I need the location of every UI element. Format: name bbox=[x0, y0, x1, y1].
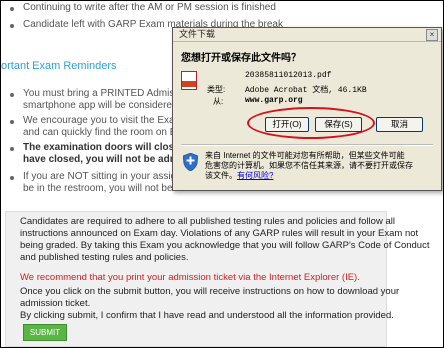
shield-warning-icon bbox=[183, 153, 198, 171]
cancel-button[interactable]: 取消 bbox=[376, 117, 423, 132]
page-frame: Continuing to write after the AM or PM s… bbox=[0, 0, 444, 348]
dialog-divider bbox=[181, 144, 433, 146]
dialog-titlebar: 文件下载 × bbox=[173, 28, 441, 42]
file-download-dialog: 文件下载 × 您想打开或保存此文件吗？ 20385811012013.pdf 类… bbox=[172, 27, 442, 191]
confirm-text: By clicking submit, I confirm that I hav… bbox=[20, 310, 394, 321]
warning-line: 该文件。有何风险? bbox=[205, 171, 413, 181]
security-warning: 来自 Internet 的文件可能对您有所帮助，但某些文件可能 危害您的计算机。… bbox=[205, 151, 413, 181]
risk-link[interactable]: 有何风险? bbox=[237, 171, 273, 180]
notice-line: instructions announced on Exam day. Viol… bbox=[20, 228, 419, 239]
warning-line: 危害您的计算机。如果您不信任其来源，请不要打开或保存 bbox=[205, 161, 413, 170]
warning-tail: 该文件。 bbox=[205, 171, 237, 180]
warning-line: 来自 Internet 的文件可能对您有所帮助，但某些文件可能 bbox=[205, 151, 405, 160]
reminder-3-line-2: have closed, you will not be admitte bbox=[23, 154, 194, 165]
type-label: 类型: bbox=[207, 85, 226, 94]
from-value: www.garp.org bbox=[245, 96, 303, 105]
reminder-1-line-1: You must bring a PRINTED Admission bbox=[23, 88, 193, 99]
notice-line: being graded. By taking this Exam you ac… bbox=[20, 240, 430, 251]
ie-recommendation: We recommend that you print your admissi… bbox=[20, 272, 360, 283]
bullet-dot bbox=[10, 24, 14, 28]
type-value: Adobe Acrobat 文档, 46.1KB bbox=[245, 86, 367, 95]
close-icon[interactable]: × bbox=[426, 29, 438, 41]
notice-line: and published testing rules and policies… bbox=[20, 252, 189, 263]
bullet-dot bbox=[10, 120, 14, 124]
bullet-dot bbox=[10, 147, 14, 151]
open-button[interactable]: 打开(O) bbox=[265, 117, 309, 132]
submit-button[interactable]: SUBMIT bbox=[23, 324, 67, 341]
pdf-file-icon bbox=[181, 71, 197, 90]
notice-line: admission ticket. bbox=[20, 298, 91, 309]
dialog-prompt: 您想打开或保存此文件吗？ bbox=[181, 53, 301, 64]
notice-line: Once you click on the submit button, you… bbox=[20, 286, 400, 297]
reminder-4-line-1: If you are NOT sitting in your assigned bbox=[23, 171, 193, 182]
reminder-4-line-2: be in the restroom, you will not be re-a bbox=[23, 183, 194, 194]
bullet-dot bbox=[10, 93, 14, 97]
bullet-dot bbox=[10, 176, 14, 180]
reminder-2-line-1: We encourage you to visit the Exam s bbox=[23, 115, 191, 126]
from-label: 从: bbox=[213, 97, 224, 106]
notice-line: Candidates are required to adhere to all… bbox=[20, 216, 395, 227]
dialog-title: 文件下载 bbox=[179, 29, 216, 39]
section-title: ortant Exam Reminders bbox=[1, 60, 117, 72]
violation-line-1: Continuing to write after the AM or PM s… bbox=[23, 2, 276, 13]
bullet-dot bbox=[10, 7, 14, 11]
save-button[interactable]: 保存(S) bbox=[315, 117, 362, 132]
file-name: 20385811012013.pdf bbox=[245, 71, 332, 80]
